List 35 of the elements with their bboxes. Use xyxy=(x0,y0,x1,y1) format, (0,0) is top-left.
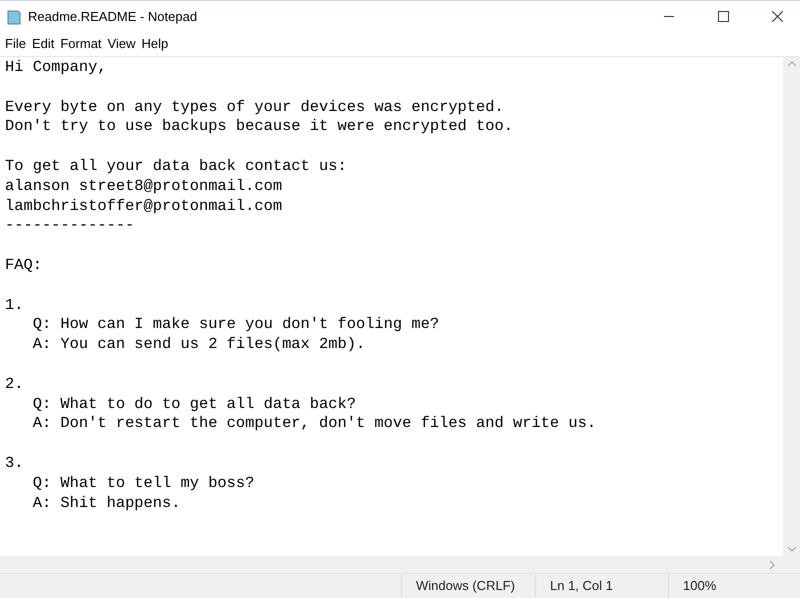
text-line: A: Shit happens. xyxy=(32,494,180,514)
text-line: Q: What to tell my boss? xyxy=(32,474,254,494)
status-field: Ln 1, Col 1 xyxy=(535,574,668,598)
horizontal-scrollbar[interactable] xyxy=(0,556,783,573)
minimize-icon xyxy=(664,16,674,17)
close-icon xyxy=(772,11,782,22)
scroll-right-icon[interactable] xyxy=(770,560,775,568)
text-line: lambchristoffer@protonmail.com xyxy=(5,196,282,216)
text-line: 3. xyxy=(5,454,24,474)
maximize-icon xyxy=(718,11,728,22)
text-line: Every byte on any types of your devices was encrypted. xyxy=(5,98,504,118)
text-line: Hi Company, xyxy=(5,58,107,78)
text-line: To get all your data back contact us: xyxy=(5,156,347,177)
status-field: Windows (CRLF) xyxy=(401,574,535,598)
text-line: Don't try to use backups because it were encrypted too. xyxy=(5,117,513,138)
text-line: -------------- xyxy=(5,216,134,236)
text-line: 2. xyxy=(5,374,24,395)
text-line: FAQ: xyxy=(5,256,42,276)
text-line: 1. xyxy=(5,296,24,316)
scroll-up-icon[interactable] xyxy=(788,61,796,66)
notepad-icon xyxy=(6,8,22,24)
scroll-down-icon[interactable] xyxy=(788,547,796,552)
menu-item[interactable]: View xyxy=(104,34,138,54)
vertical-scrollbar[interactable] xyxy=(783,57,800,556)
menu-item[interactable]: Format xyxy=(57,34,105,54)
status-field: 100% xyxy=(668,574,783,598)
text-line: A: You can send us 2 files(max 2mb). xyxy=(32,335,366,355)
text-line: Q: How can I make sure you don't fooling me? xyxy=(32,315,440,336)
menu-item[interactable]: File xyxy=(2,34,29,54)
menu-item[interactable]: Edit xyxy=(28,34,58,54)
text-line: alanson street8@protonmail.com xyxy=(5,176,282,197)
window-title: Readme.README - Notepad xyxy=(28,8,198,26)
text-line: Q: What to do to get all data back? xyxy=(32,394,356,414)
menu-item[interactable]: Help xyxy=(138,34,172,54)
text-line: A: Don't restart the computer, don't move files and write us. xyxy=(32,414,596,434)
